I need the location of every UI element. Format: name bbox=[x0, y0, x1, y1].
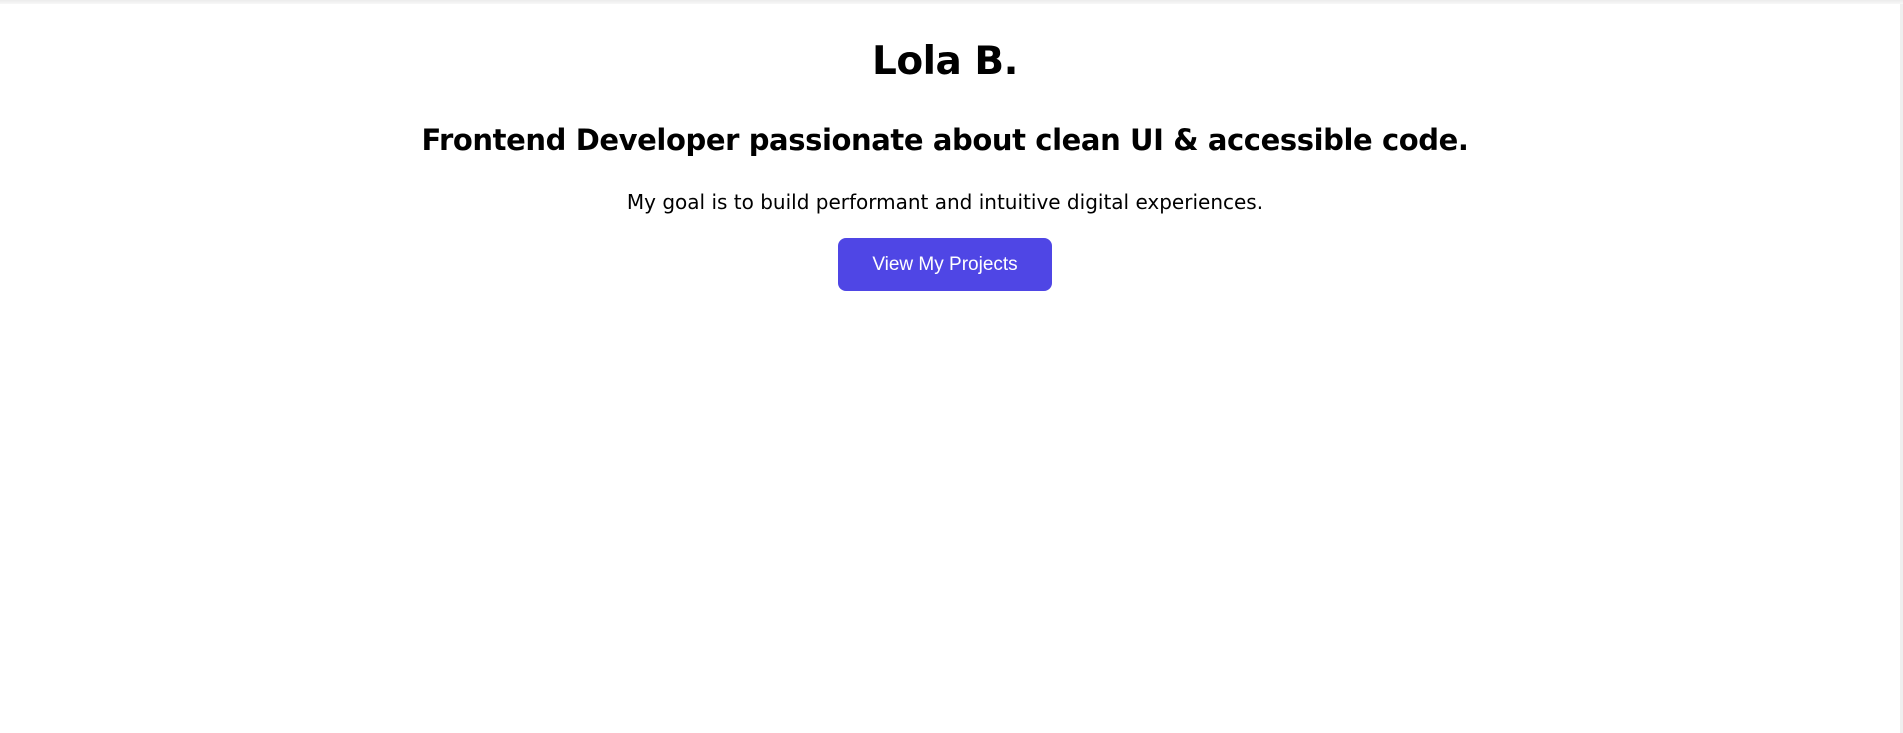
portfolio-page: Lola B. Frontend Developer passionate ab… bbox=[0, 0, 1903, 733]
developer-name: Lola B. bbox=[872, 39, 1018, 84]
hero-tagline: Frontend Developer passionate about clea… bbox=[421, 123, 1469, 157]
view-projects-button[interactable]: View My Projects bbox=[838, 238, 1052, 291]
window-top-border bbox=[0, 0, 1903, 4]
hero-goal-text: My goal is to build performant and intui… bbox=[626, 190, 1264, 214]
